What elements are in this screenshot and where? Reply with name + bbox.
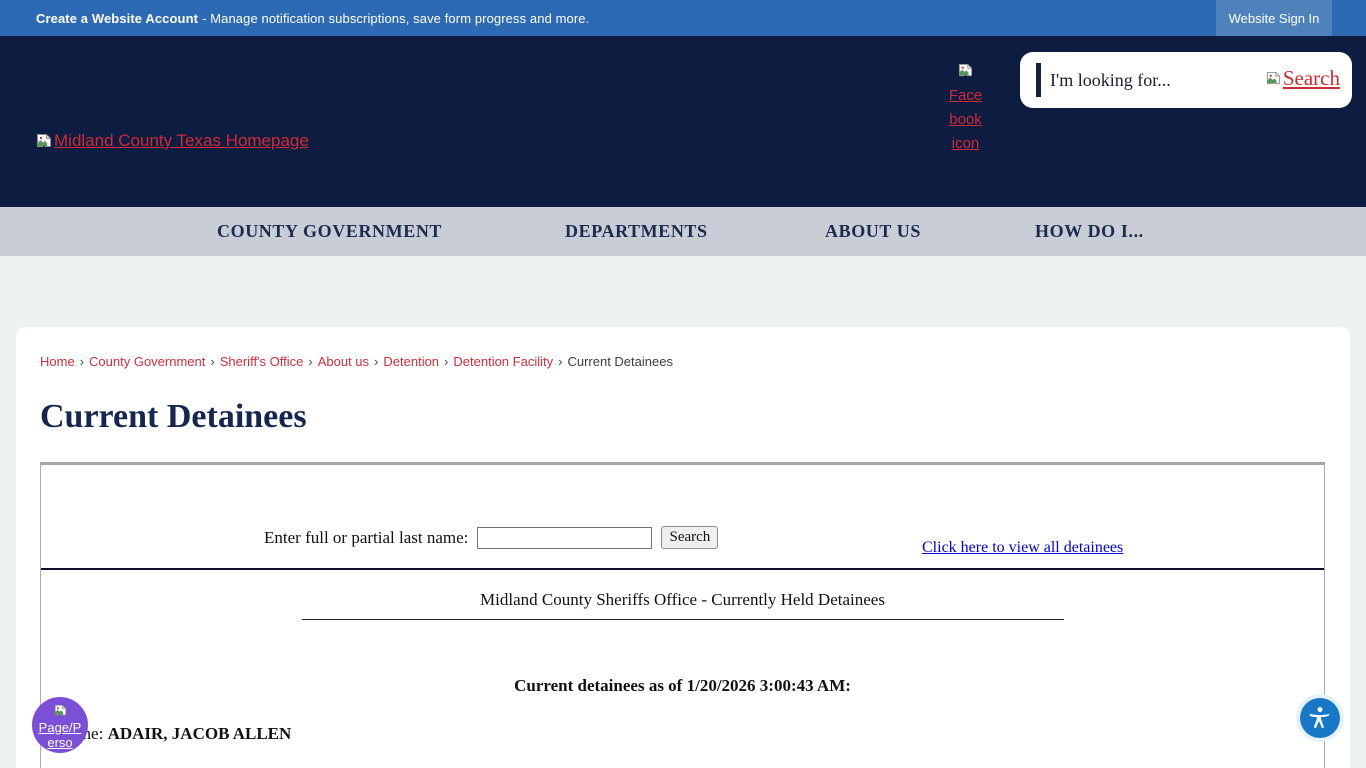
site-search-box: Search	[1020, 52, 1352, 108]
facebook-alt-text: Facebook icon	[949, 87, 982, 152]
view-all-detainees-link[interactable]: Click here to view all detainees	[922, 539, 1123, 557]
breadcrumb-current-page: Current Detainees	[567, 354, 673, 369]
broken-image-icon	[54, 704, 67, 717]
breadcrumb: Home › County Government › Sheriff's Office ›…	[16, 327, 1350, 369]
broken-image-icon	[36, 133, 52, 149]
create-account-link[interactable]: Create a Website Account	[36, 11, 198, 26]
homepage-logo-link[interactable]: Midland County Texas Homepage	[36, 131, 309, 151]
detainee-search-form: Enter full or partial last name: Search	[264, 526, 718, 549]
nav-departments[interactable]: DEPARTMENTS	[565, 207, 708, 256]
breadcrumb-link-home[interactable]: Home	[40, 354, 75, 369]
homepage-logo-alt-text: Midland County Texas Homepage	[54, 131, 309, 151]
breadcrumb-separator: ›	[308, 354, 312, 369]
account-message[interactable]: Create a Website Account - Manage notifi…	[36, 0, 589, 36]
breadcrumb-link-county-government[interactable]: County Government	[89, 354, 205, 369]
nav-how-do-i[interactable]: HOW DO I...	[1035, 207, 1144, 256]
page-personalization-widget[interactable]: Page/Perso	[32, 697, 88, 753]
accessibility-button[interactable]	[1300, 698, 1340, 738]
breadcrumb-link-about-us[interactable]: About us	[318, 354, 369, 369]
detainee-record: Name: ADAIR, JACOB ALLEN	[58, 724, 1324, 744]
breadcrumb-separator: ›	[374, 354, 378, 369]
accessibility-icon	[1307, 705, 1333, 731]
detainees-as-of-text: Current detainees as of 1/20/2026 3:00:4…	[41, 676, 1324, 696]
site-search-submit[interactable]: Search	[1266, 66, 1340, 91]
top-account-bar: Create a Website Account - Manage notifi…	[0, 0, 1366, 36]
nav-county-government[interactable]: COUNTY GOVERNMENT	[217, 207, 442, 256]
lastname-label: Enter full or partial last name:	[264, 528, 468, 548]
search-button-alt-text: Search	[1283, 66, 1340, 91]
content-card: Home › County Government › Sheriff's Office ›…	[16, 327, 1350, 768]
detainees-frame: Enter full or partial last name: Search …	[40, 462, 1325, 768]
nav-about-us[interactable]: ABOUT US	[825, 207, 921, 256]
site-header: Midland County Texas Homepage Facebook i…	[0, 36, 1366, 207]
account-message-rest: - Manage notification subscriptions, sav…	[202, 11, 589, 26]
page-background: Home › County Government › Sheriff's Office ›…	[0, 256, 1366, 768]
detainee-search-section: Enter full or partial last name: Search …	[41, 465, 1324, 570]
breadcrumb-separator: ›	[210, 354, 214, 369]
facebook-link[interactable]: Facebook icon	[947, 60, 984, 156]
breadcrumb-separator: ›	[80, 354, 84, 369]
breadcrumb-link-detention-facility[interactable]: Detention Facility	[453, 354, 553, 369]
detainee-name-value: ADAIR, JACOB ALLEN	[108, 724, 292, 743]
breadcrumb-separator: ›	[558, 354, 562, 369]
office-heading: Midland County Sheriffs Office - Current…	[302, 590, 1064, 620]
page-title: Current Detainees	[40, 398, 1350, 436]
breadcrumb-link-sheriffs-office[interactable]: Sheriff's Office	[220, 354, 304, 369]
breadcrumb-link-detention[interactable]: Detention	[383, 354, 439, 369]
broken-image-icon	[958, 63, 973, 78]
detainee-search-button[interactable]: Search	[661, 526, 718, 549]
broken-image-icon	[1266, 71, 1281, 86]
main-navigation: COUNTY GOVERNMENT DEPARTMENTS ABOUT US H…	[0, 207, 1366, 256]
lastname-input[interactable]	[477, 527, 652, 549]
site-search-input[interactable]	[1050, 60, 1230, 100]
website-sign-in-button[interactable]: Website Sign In	[1216, 0, 1332, 36]
breadcrumb-separator: ›	[444, 354, 448, 369]
search-caret	[1036, 63, 1041, 97]
personalization-alt-text: Page/Perso	[38, 720, 82, 750]
